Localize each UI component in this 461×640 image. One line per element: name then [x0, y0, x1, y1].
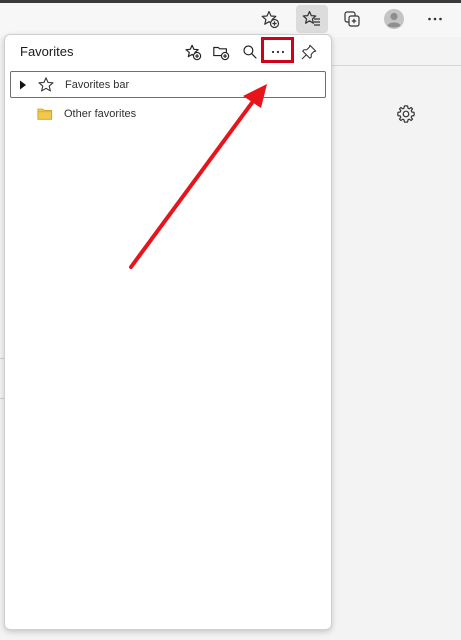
- star-icon: [37, 76, 55, 94]
- add-folder-icon: [213, 46, 230, 61]
- add-favorite-toolbar-button[interactable]: [254, 5, 286, 33]
- add-folder-button[interactable]: [208, 41, 234, 63]
- favorites-bar-item[interactable]: Favorites bar: [10, 71, 326, 98]
- settings-more-toolbar-button[interactable]: [419, 5, 451, 33]
- background-divider: [330, 65, 461, 66]
- collections-toolbar-button[interactable]: [336, 5, 368, 33]
- favorites-bar-label: Favorites bar: [65, 78, 130, 91]
- search-favorites-button[interactable]: [237, 41, 263, 63]
- favorites-toolbar-button[interactable]: [296, 5, 328, 33]
- profile-toolbar-button[interactable]: [378, 5, 410, 33]
- favorites-panel: Favorites Favorites bar Other favorites: [4, 34, 332, 630]
- browser-toolbar: [0, 3, 461, 37]
- add-favorite-button[interactable]: [180, 41, 206, 63]
- pin-panel-button[interactable]: [296, 41, 322, 63]
- gear-icon: [397, 105, 415, 123]
- search-icon: [243, 45, 257, 59]
- profile-avatar: [384, 9, 404, 29]
- settings-more-icon: [428, 17, 442, 21]
- other-favorites-label: Other favorites: [64, 107, 137, 120]
- pin-icon: [301, 44, 317, 60]
- favorites-icon: [302, 10, 320, 26]
- background-settings-button[interactable]: [396, 104, 416, 129]
- more-options-highlight: [261, 37, 294, 63]
- add-favorite-icon: [261, 10, 280, 29]
- collections-icon: [344, 11, 360, 27]
- add-favorite-icon: [185, 44, 202, 61]
- other-favorites-item[interactable]: Other favorites: [10, 100, 326, 127]
- panel-title: Favorites: [20, 44, 74, 59]
- folder-icon: [36, 106, 54, 122]
- expand-caret-icon[interactable]: [19, 80, 29, 90]
